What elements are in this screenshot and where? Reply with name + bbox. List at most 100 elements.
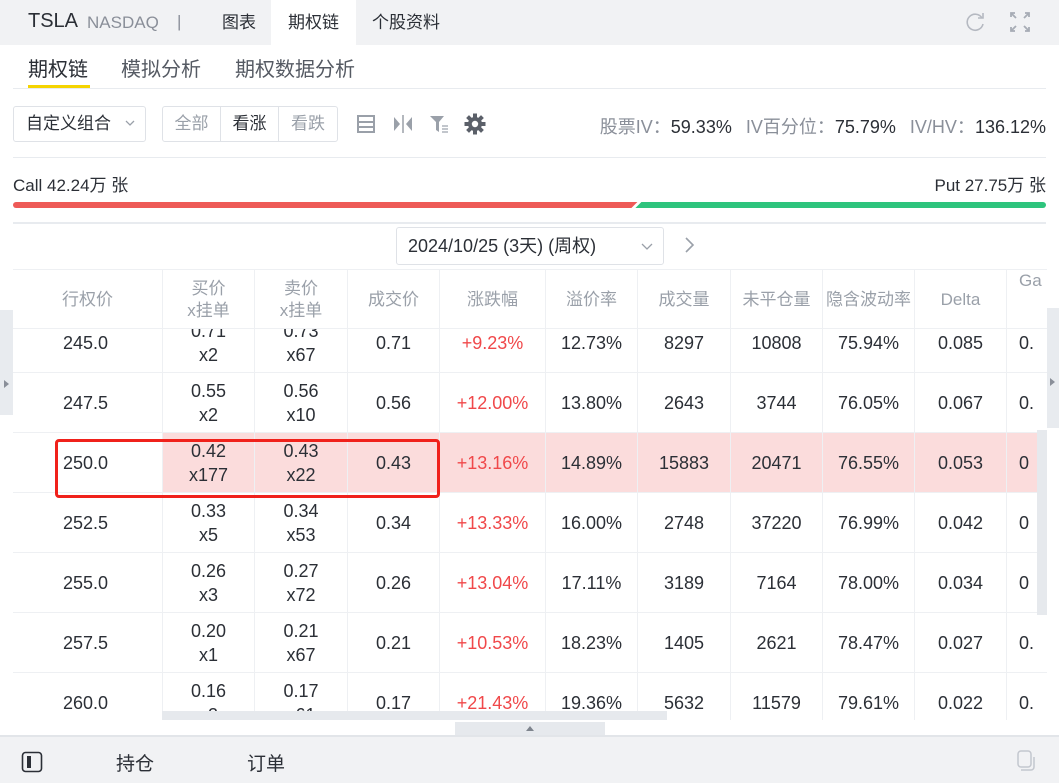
col-bid[interactable]: 买价 x挂单 bbox=[163, 270, 255, 329]
iv-hv-value: 136.12% bbox=[974, 117, 1046, 137]
table-header: 行权价 买价 x挂单 卖价 x挂单 成交价 涨跌幅 溢价率 成交量 未平仓量 隐含波… bbox=[13, 269, 1047, 329]
col-ask[interactable]: 卖价 x挂单 bbox=[255, 270, 348, 329]
table-row[interactable]: 255.0 0.26 x3 0.27 x72 0.26 +13.04% 17.11% 3189 7… bbox=[13, 553, 1047, 613]
table-row[interactable]: 252.5 0.33 x5 0.34 x53 0.34 +13.33% 16.00% 2748 3… bbox=[13, 493, 1047, 553]
volume-cell: 15883 bbox=[638, 433, 731, 492]
open-interest-cell: 37220 bbox=[731, 493, 823, 552]
volume-cell-volume: 3189 bbox=[663, 572, 705, 593]
left-panel-toggle[interactable] bbox=[0, 310, 13, 415]
ask-cell: 0.27 x72 bbox=[255, 553, 348, 612]
expiry-select[interactable]: 2024/10/25 (3天) (周权) bbox=[396, 227, 664, 265]
header-separator: | bbox=[177, 12, 182, 31]
change-cell-change: +12.00% bbox=[456, 392, 529, 413]
last-price-cell-last: 0.34 bbox=[375, 512, 412, 533]
change-cell-change: +10.53% bbox=[456, 632, 529, 653]
tab-chart[interactable]: 图表 bbox=[207, 0, 271, 45]
filter-icon[interactable] bbox=[427, 112, 451, 136]
delta-cell: 0.027 bbox=[915, 613, 1007, 672]
col-open-interest[interactable]: 未平仓量 bbox=[731, 270, 823, 329]
tab-orders[interactable]: 订单 bbox=[247, 749, 285, 776]
bottom-panel-bar: 持仓 订单 bbox=[0, 735, 1059, 783]
bid-cell-bid: 0.16 bbox=[190, 680, 227, 701]
table-row[interactable]: 247.5 0.55 x2 0.56 x10 0.56 +12.00% 13.80% 2643 3… bbox=[13, 373, 1047, 433]
iv-cell-iv: 78.47% bbox=[837, 632, 900, 653]
col-bid-line2: x挂单 bbox=[187, 300, 230, 320]
gear-icon[interactable] bbox=[463, 112, 487, 136]
highlight-annotation bbox=[55, 439, 440, 498]
filter-puts[interactable]: 看跌 bbox=[279, 107, 337, 141]
vertical-scrollbar[interactable] bbox=[1037, 430, 1047, 615]
put-volume-label: Put 27.75万 张 bbox=[934, 176, 1046, 195]
col-implied-volatility[interactable]: 隐含波动率 bbox=[823, 270, 915, 329]
premium-cell: 16.00% bbox=[546, 493, 638, 552]
strike-cell: 257.5 bbox=[13, 613, 163, 672]
strike-cell: 247.5 bbox=[13, 373, 163, 432]
iv-cell: 78.47% bbox=[823, 613, 915, 672]
tab-stock-profile[interactable]: 个股资料 bbox=[356, 0, 456, 45]
open-interest-cell-oi: 3744 bbox=[756, 392, 797, 413]
filter-calls[interactable]: 看涨 bbox=[221, 107, 279, 141]
call-volume-label: Call 42.24万 张 bbox=[13, 176, 129, 195]
change-cell-change: +13.16% bbox=[456, 452, 529, 473]
call-put-filter: 全部 看涨 看跌 bbox=[162, 106, 338, 142]
last-price-cell: 0.56 bbox=[348, 373, 440, 432]
ask-cell-ask: 0.34 bbox=[283, 500, 319, 521]
stock-iv-value: 59.33% bbox=[670, 117, 732, 137]
tab-positions[interactable]: 持仓 bbox=[116, 749, 154, 776]
premium-cell-premium: 14.89% bbox=[560, 452, 623, 473]
split-view-icon[interactable] bbox=[391, 112, 415, 136]
change-cell: +13.33% bbox=[440, 493, 546, 552]
refresh-icon[interactable] bbox=[963, 10, 987, 34]
gamma-cell-gamma: 0 bbox=[1019, 452, 1030, 473]
bid-cell-bid-size: x2 bbox=[198, 344, 218, 365]
expand-left-arrow-icon bbox=[4, 380, 9, 388]
subtab-simulation[interactable]: 模拟分析 bbox=[121, 53, 201, 82]
tab-option-chain[interactable]: 期权链 bbox=[271, 0, 356, 45]
next-expiry-arrow-icon[interactable] bbox=[682, 236, 696, 254]
col-strike[interactable]: 行权价 bbox=[13, 270, 163, 329]
horizontal-scrollbar[interactable] bbox=[162, 711, 667, 720]
ask-cell-ask-size: x67 bbox=[286, 644, 316, 665]
iv-cell-iv: 79.61% bbox=[837, 692, 900, 713]
bid-cell: 0.20 x1 bbox=[163, 613, 255, 672]
expand-right-arrow-icon bbox=[1050, 378, 1055, 386]
open-interest-cell-oi: 20471 bbox=[751, 452, 802, 473]
subtab-option-data-analysis[interactable]: 期权数据分析 bbox=[235, 53, 355, 82]
gamma-cell: 0. bbox=[1007, 613, 1047, 672]
custom-combo-dropdown[interactable]: 自定义组合 bbox=[13, 106, 146, 142]
col-change[interactable]: 涨跌幅 bbox=[440, 270, 546, 329]
open-interest-cell-oi: 11579 bbox=[752, 692, 801, 713]
col-delta[interactable]: Delta bbox=[915, 270, 1007, 329]
ask-cell-ask-size: x72 bbox=[286, 584, 316, 605]
strike-cell-strike: 247.5 bbox=[63, 392, 109, 413]
bid-cell-bid-size: x3 bbox=[198, 584, 218, 605]
col-gamma[interactable]: Ga bbox=[1007, 270, 1047, 329]
fullscreen-icon[interactable] bbox=[1008, 10, 1032, 34]
strike-cell-strike: 255.0 bbox=[63, 572, 109, 593]
layout-icon[interactable] bbox=[354, 112, 378, 136]
delta-cell: 0.022 bbox=[915, 673, 1007, 720]
call-put-ratio-bar bbox=[13, 202, 1046, 208]
delta-cell-delta: 0.067 bbox=[937, 392, 984, 413]
panel-toggle-icon[interactable] bbox=[21, 751, 43, 773]
change-cell: +12.00% bbox=[440, 373, 546, 432]
popout-window-icon[interactable] bbox=[1014, 749, 1036, 773]
subtab-option-chain[interactable]: 期权链 bbox=[28, 53, 88, 82]
col-volume[interactable]: 成交量 bbox=[638, 270, 731, 329]
iv-cell: 76.05% bbox=[823, 373, 915, 432]
last-price-cell-last: 0.56 bbox=[375, 392, 412, 413]
strike-cell: 260.0 bbox=[13, 673, 163, 720]
table-row[interactable]: 257.5 0.20 x1 0.21 x67 0.21 +10.53% 18.23% 1405 2… bbox=[13, 613, 1047, 673]
gamma-cell-gamma: 0. bbox=[1019, 392, 1035, 413]
bid-cell-bid-size: x1 bbox=[198, 644, 218, 665]
open-interest-cell: 11579 bbox=[731, 673, 823, 720]
collapse-panel-handle[interactable] bbox=[455, 722, 605, 735]
change-cell-change: +13.04% bbox=[456, 572, 529, 593]
delta-cell-delta: 0.022 bbox=[937, 692, 984, 713]
open-interest-cell: 20471 bbox=[731, 433, 823, 492]
col-last[interactable]: 成交价 bbox=[348, 270, 440, 329]
filter-all[interactable]: 全部 bbox=[163, 107, 221, 141]
right-panel-toggle[interactable] bbox=[1047, 308, 1059, 428]
col-premium[interactable]: 溢价率 bbox=[546, 270, 638, 329]
ask-cell: 0.56 x10 bbox=[255, 373, 348, 432]
